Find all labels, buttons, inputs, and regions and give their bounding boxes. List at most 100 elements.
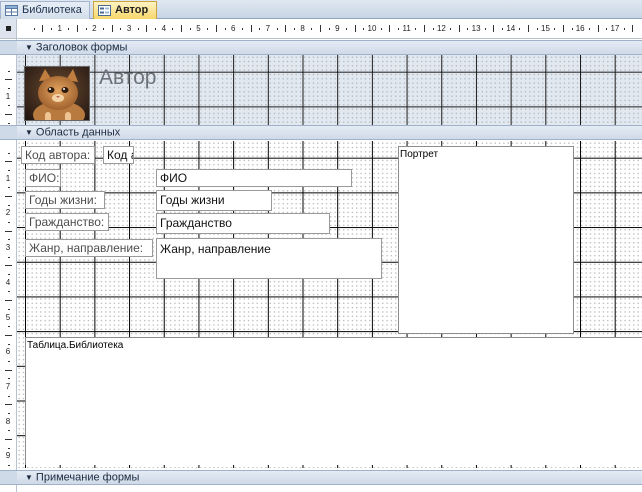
ruler-tick [8, 343, 10, 345]
ruler-number: 1 [5, 173, 11, 183]
portrait-frame[interactable] [398, 146, 574, 334]
tab-biblioteka[interactable]: Библиотека [0, 1, 90, 19]
field-fio[interactable]: ФИО [156, 169, 352, 187]
ruler-tick [8, 308, 10, 310]
cat-photo-icon [25, 67, 89, 120]
ruler-tick [562, 25, 564, 32]
ruler-tick [571, 28, 573, 30]
ruler-tick [8, 447, 10, 449]
ruler-tick [5, 369, 12, 371]
label-kod-avtora[interactable]: Код автора: [21, 146, 95, 164]
label-zhanr-napravlenie[interactable]: Жанр, направление: [25, 239, 153, 257]
section-bar-footer[interactable]: ▼ Примечание формы [17, 470, 642, 485]
ruler-tick [103, 28, 105, 30]
ruler-tick [8, 412, 10, 414]
label-gody-zhizni[interactable]: Годы жизни: [25, 191, 105, 209]
ruler-tick [8, 395, 10, 397]
vruler-section-marker [0, 125, 17, 140]
tab-label: Библиотека [22, 4, 82, 16]
ruler-tick [8, 256, 10, 258]
tab-label: Автор [115, 4, 149, 16]
tab-avtor[interactable]: Автор [93, 1, 157, 19]
ruler-tick [293, 28, 295, 30]
ruler-tick [189, 28, 191, 30]
ruler-tick [328, 28, 330, 30]
table-icon [5, 5, 18, 16]
ruler-tick [42, 25, 44, 32]
ruler-tick [120, 28, 122, 30]
ruler-tick [8, 360, 10, 362]
ruler-tick [424, 25, 426, 32]
ruler-tick [5, 230, 12, 232]
field-grazhdanstvo[interactable]: Гражданство [156, 213, 330, 234]
ruler-tick [51, 28, 53, 30]
ruler-tick [5, 334, 12, 336]
ruler-tick [8, 187, 10, 189]
ruler-tick [215, 25, 217, 32]
form-selector[interactable] [0, 19, 17, 39]
ruler-tick [259, 28, 261, 30]
ruler-tick [5, 265, 12, 267]
portrait-label: Портрет [400, 149, 439, 160]
ruler-tick [415, 28, 417, 30]
vruler-section-marker [0, 40, 17, 55]
field-kod-avtora[interactable]: Код а [103, 146, 134, 164]
subform-biblioteka[interactable] [25, 337, 642, 465]
section-title: Заголовок формы [35, 41, 128, 54]
ruler-tick [5, 114, 12, 116]
ruler-tick [8, 170, 10, 172]
ruler-tick [8, 105, 10, 107]
ruler-number: 5 [196, 24, 201, 33]
ruler-number: 3 [126, 24, 132, 33]
ruler-tick [181, 25, 183, 32]
ruler-tick [224, 28, 226, 30]
section-bar-data[interactable]: ▼ Область данных [17, 125, 642, 140]
ruler-tick [597, 25, 599, 32]
ruler-number: 15 [541, 24, 550, 33]
section-title: Область данных [35, 126, 121, 139]
ruler-tick [8, 222, 10, 224]
logo-image[interactable] [24, 66, 90, 121]
ruler-number: 8 [5, 416, 11, 426]
ruler-tick [8, 152, 10, 154]
ruler-tick [554, 28, 556, 30]
ruler-tick [319, 25, 321, 32]
ruler-number: 2 [5, 208, 11, 218]
ruler-tick [493, 25, 495, 32]
ruler-tick [432, 28, 434, 30]
section-bar-header[interactable]: ▼ Заголовок формы [17, 40, 642, 55]
section-arrow-icon: ▼ [25, 43, 33, 52]
ruler-number: 1 [57, 24, 62, 33]
ruler-number: 6 [5, 347, 11, 357]
ruler-tick [389, 25, 391, 32]
section-arrow-icon: ▼ [25, 128, 33, 137]
ruler-tick [588, 28, 590, 30]
ruler-tick [354, 25, 356, 32]
ruler-tick [484, 28, 486, 30]
ruler-tick [33, 28, 35, 30]
ruler-tick [8, 204, 10, 206]
ruler-tick [8, 88, 10, 90]
ruler-tick [519, 28, 521, 30]
ruler-tick [146, 25, 148, 32]
ruler-tick [450, 28, 452, 30]
ruler-tick [623, 28, 625, 30]
form-title-label[interactable]: Автор [96, 63, 206, 93]
ruler-tick [5, 79, 12, 81]
section-title: Примечание формы [35, 471, 140, 484]
ruler-tick [8, 70, 10, 72]
field-zhanr-napravlenie[interactable]: Жанр, направление [156, 238, 382, 279]
label-fio[interactable]: ФИО: [25, 169, 61, 187]
ruler-number: 17 [610, 24, 620, 33]
ruler-number: 9 [335, 24, 340, 33]
ruler-tick [458, 25, 460, 32]
label-grazhdanstvo[interactable]: Гражданство: [25, 213, 109, 231]
ruler-tick [398, 28, 400, 30]
vertical-ruler: 1 1 2 3 4 5 6 7 8 9 [0, 39, 17, 492]
ruler-tick [5, 404, 12, 406]
field-gody-zhizni[interactable]: Годы жизни [156, 190, 272, 211]
ruler-tick [5, 196, 12, 198]
ruler-number: 11 [402, 24, 411, 33]
ruler-tick [68, 28, 70, 30]
ruler-number: 9 [5, 451, 11, 461]
